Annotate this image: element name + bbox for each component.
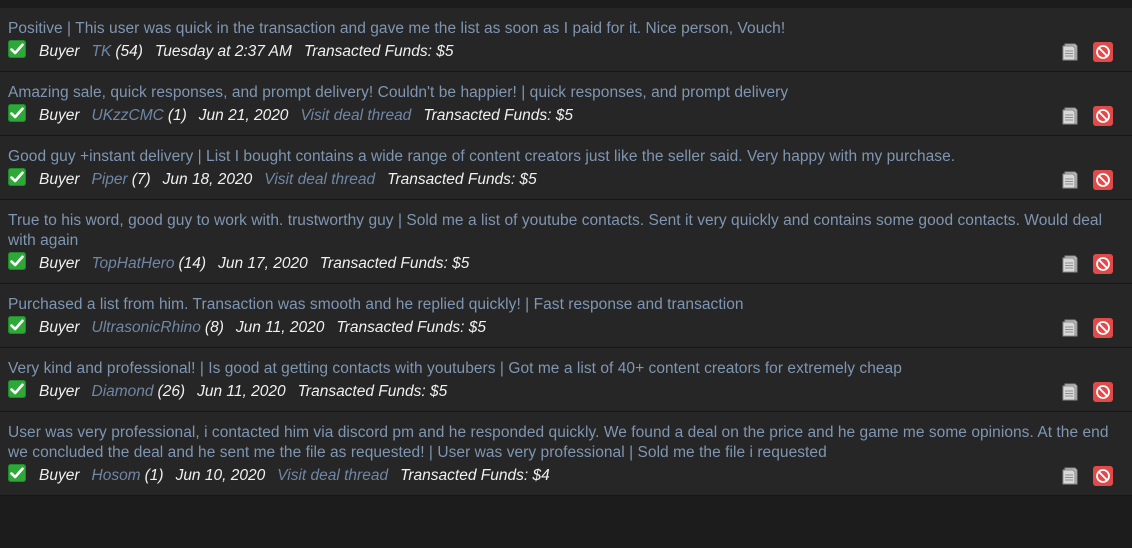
transacted-funds: Transacted Funds: $5 [319, 255, 470, 272]
feedback-user-link[interactable]: Hosom [92, 467, 141, 485]
feedback-role: Buyer [39, 171, 80, 188]
note-icon[interactable] [1062, 171, 1078, 189]
feedback-user-link[interactable]: TK [92, 43, 112, 61]
feedback-comment: True to his word, good guy to work with.… [8, 212, 1103, 249]
feedback-comment: Positive | This user was quick in the tr… [8, 20, 786, 37]
block-icon[interactable] [1093, 318, 1113, 338]
note-icon[interactable] [1062, 255, 1078, 273]
feedback-comment: Good guy +instant delivery | List I boug… [8, 148, 956, 165]
feedback-meta: Buyer Hosom (1) Jun 10, 2020 Visit deal … [8, 464, 1132, 487]
feedback-row: Positive | This user was quick in the tr… [0, 8, 1132, 72]
transacted-funds: Transacted Funds: $5 [303, 43, 454, 60]
feedback-meta: Buyer UltrasonicRhino (8) Jun 11, 2020 T… [8, 316, 1132, 339]
feedback-date[interactable]: Jun 17, 2020 [218, 255, 308, 273]
block-icon[interactable] [1093, 170, 1113, 190]
feedback-role: Buyer [39, 255, 80, 272]
check-icon [8, 464, 26, 482]
feedback-row: True to his word, good guy to work with.… [0, 200, 1132, 284]
feedback-user-link[interactable]: UltrasonicRhino [92, 319, 201, 337]
check-icon [8, 104, 26, 122]
feedback-row: Amazing sale, quick responses, and promp… [0, 72, 1132, 136]
transacted-funds: Transacted Funds: $5 [297, 383, 448, 400]
feedback-actions [1062, 106, 1113, 126]
feedback-role: Buyer [39, 107, 80, 124]
feedback-user-link[interactable]: UKzzCMC [92, 107, 164, 125]
block-icon[interactable] [1093, 106, 1113, 126]
feedback-comment: User was very professional, i contacted … [8, 424, 1109, 461]
feedback-meta: Buyer Piper (7) Jun 18, 2020 Visit deal … [8, 168, 1132, 191]
note-icon[interactable] [1062, 319, 1078, 337]
feedback-user-count: (1) [167, 107, 187, 124]
feedback-row: Good guy +instant delivery | List I boug… [0, 136, 1132, 200]
feedback-date[interactable]: Jun 18, 2020 [163, 171, 253, 189]
check-icon [8, 40, 26, 58]
feedback-list: Positive | This user was quick in the tr… [0, 0, 1132, 548]
check-icon [8, 252, 26, 270]
feedback-role: Buyer [39, 383, 80, 400]
feedback-row: User was very professional, i contacted … [0, 412, 1132, 496]
transacted-funds: Transacted Funds: $5 [423, 107, 573, 124]
feedback-actions [1062, 170, 1113, 190]
block-icon[interactable] [1093, 42, 1113, 62]
feedback-date[interactable]: Jun 11, 2020 [236, 319, 324, 337]
note-icon[interactable] [1062, 107, 1078, 125]
check-icon [8, 380, 26, 398]
note-icon[interactable] [1062, 43, 1078, 61]
feedback-role: Buyer [39, 319, 80, 336]
block-icon[interactable] [1093, 466, 1113, 486]
feedback-role: Buyer [39, 467, 80, 484]
feedback-actions [1062, 318, 1113, 338]
feedback-user-count: (26) [157, 383, 186, 400]
feedback-actions [1062, 42, 1113, 62]
feedback-actions [1062, 382, 1113, 402]
check-icon [8, 316, 26, 334]
note-icon[interactable] [1062, 383, 1078, 401]
transacted-funds: Transacted Funds: $5 [336, 319, 486, 336]
feedback-user-count: (8) [204, 319, 224, 336]
feedback-comment: Amazing sale, quick responses, and promp… [8, 84, 789, 101]
feedback-user-count: (54) [115, 43, 143, 60]
check-icon [8, 168, 26, 186]
note-icon[interactable] [1062, 467, 1078, 485]
feedback-user-link[interactable]: Diamond [92, 383, 154, 401]
transacted-funds: Transacted Funds: $4 [400, 467, 550, 484]
feedback-user-count: (7) [131, 171, 151, 188]
feedback-meta: Buyer TK (54) Tuesday at 2:37 AM Transac… [8, 40, 1132, 63]
feedback-comment: Purchased a list from him. Transaction w… [8, 296, 744, 313]
feedback-date[interactable]: Jun 10, 2020 [176, 467, 266, 485]
transacted-funds: Transacted Funds: $5 [387, 171, 537, 188]
visit-deal-thread-link[interactable]: Visit deal thread [264, 171, 375, 189]
feedback-user-count: (1) [144, 467, 164, 484]
feedback-meta: Buyer UKzzCMC (1) Jun 21, 2020 Visit dea… [8, 104, 1132, 127]
feedback-role: Buyer [39, 43, 80, 60]
feedback-user-link[interactable]: TopHatHero [92, 255, 175, 273]
feedback-actions [1062, 466, 1113, 486]
visit-deal-thread-link[interactable]: Visit deal thread [300, 107, 411, 125]
feedback-meta: Buyer Diamond (26) Jun 11, 2020 Transact… [8, 380, 1132, 403]
feedback-date[interactable]: Jun 11, 2020 [197, 383, 285, 401]
feedback-actions [1062, 254, 1113, 274]
feedback-date[interactable]: Jun 21, 2020 [199, 107, 289, 125]
feedback-row: Purchased a list from him. Transaction w… [0, 284, 1132, 348]
feedback-user-count: (14) [178, 255, 207, 272]
visit-deal-thread-link[interactable]: Visit deal thread [277, 467, 388, 485]
block-icon[interactable] [1093, 382, 1113, 402]
block-icon[interactable] [1093, 254, 1113, 274]
feedback-comment: Very kind and professional! | Is good at… [8, 360, 902, 377]
feedback-meta: Buyer TopHatHero (14) Jun 17, 2020 Trans… [8, 252, 1132, 275]
feedback-row: Very kind and professional! | Is good at… [0, 348, 1132, 412]
feedback-date[interactable]: Tuesday at 2:37 AM [155, 43, 292, 61]
feedback-user-link[interactable]: Piper [92, 171, 128, 189]
